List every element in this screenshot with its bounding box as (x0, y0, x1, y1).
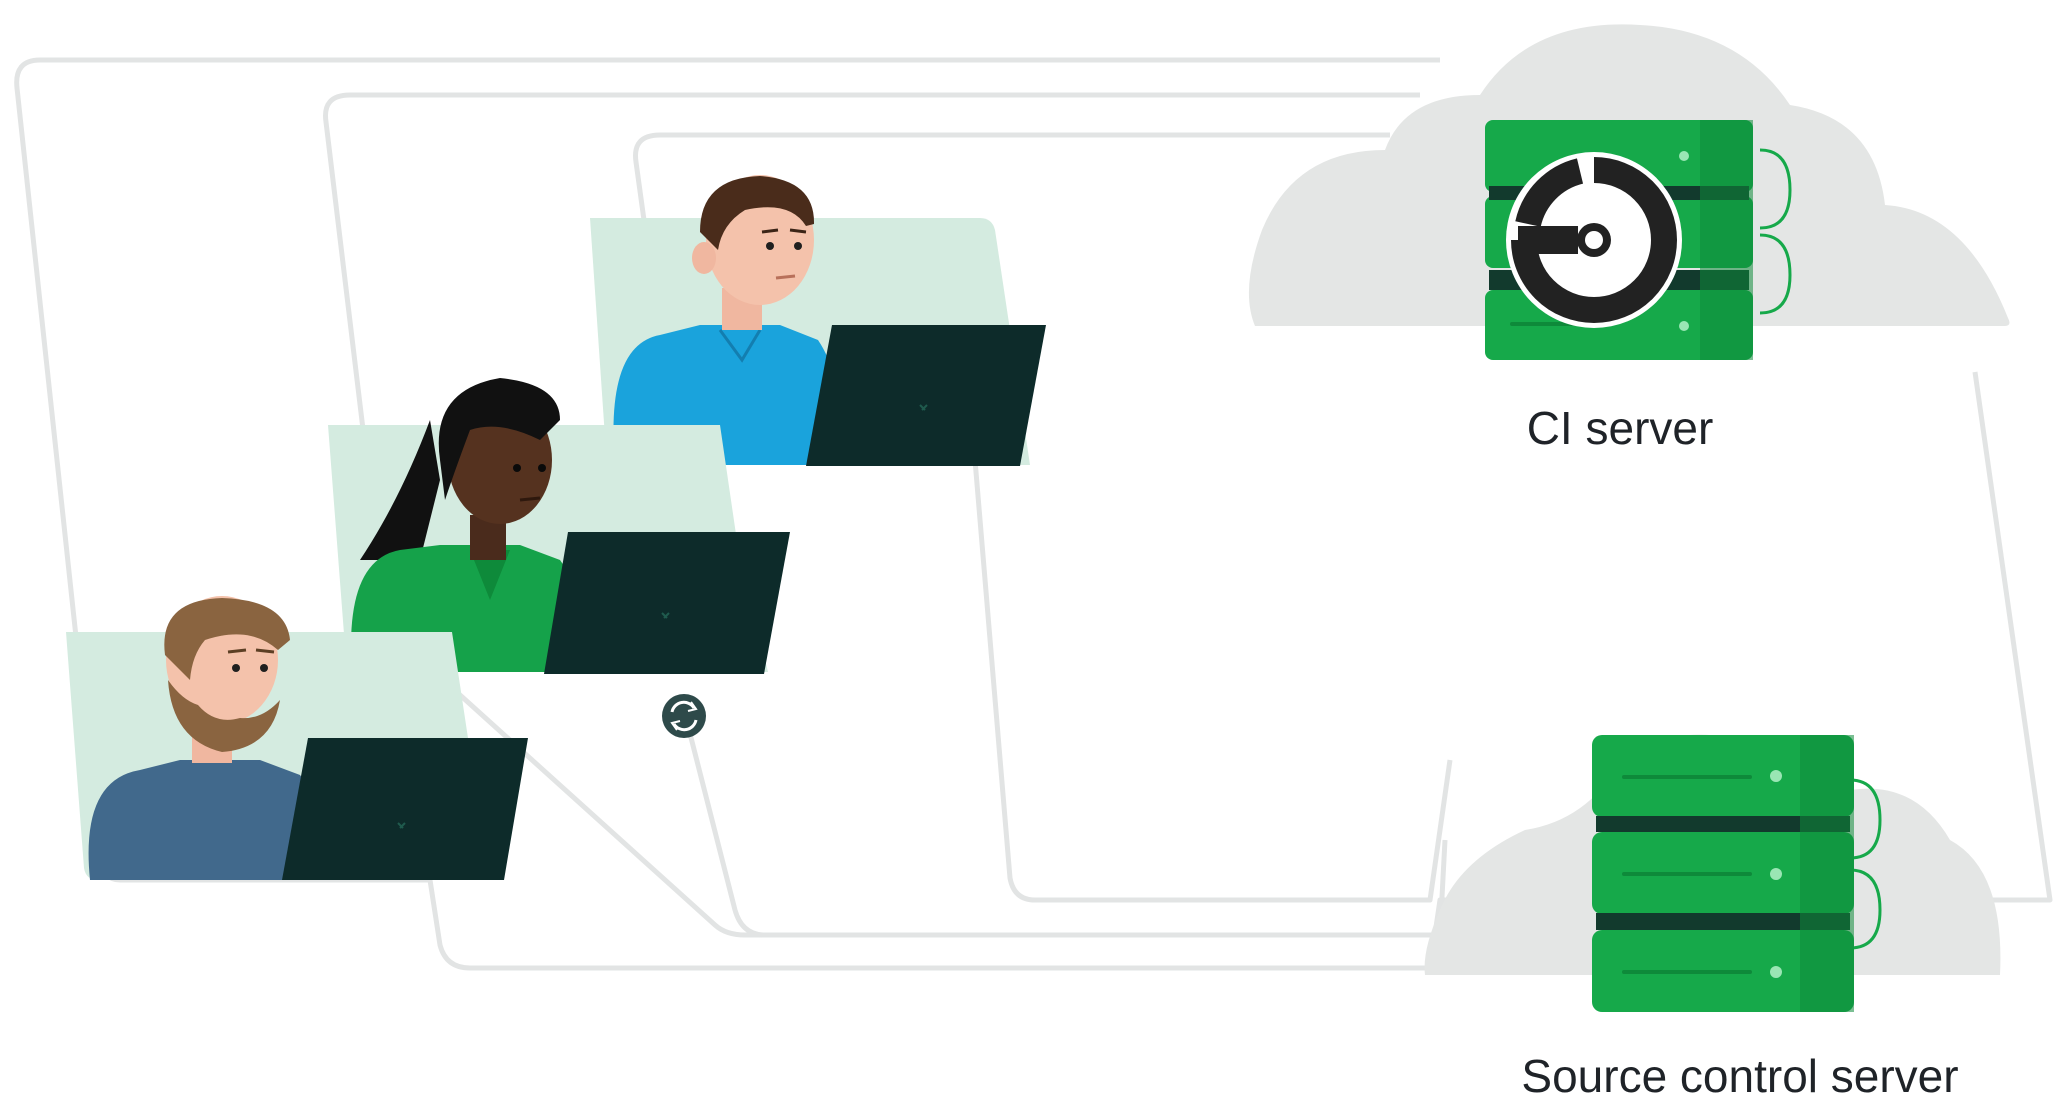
laptop-icon (544, 532, 790, 674)
ci-server-group: CI server (1248, 24, 2010, 454)
laptop-icon (282, 738, 528, 880)
developer-1 (590, 175, 1046, 466)
sync-icon (662, 694, 706, 738)
source-control-server-label: Source control server (1521, 1050, 1958, 1101)
ci-server-label: CI server (1527, 402, 1714, 454)
laptop-icon (806, 325, 1046, 466)
connector-sync-down (683, 717, 766, 938)
source-server-rack-icon (1592, 735, 1882, 1012)
source-control-server-group: Source control server (1424, 734, 2001, 1101)
ci-workflow-diagram: CI server Source control server (14, 24, 2053, 1101)
circleci-logo-icon (1506, 152, 1682, 328)
